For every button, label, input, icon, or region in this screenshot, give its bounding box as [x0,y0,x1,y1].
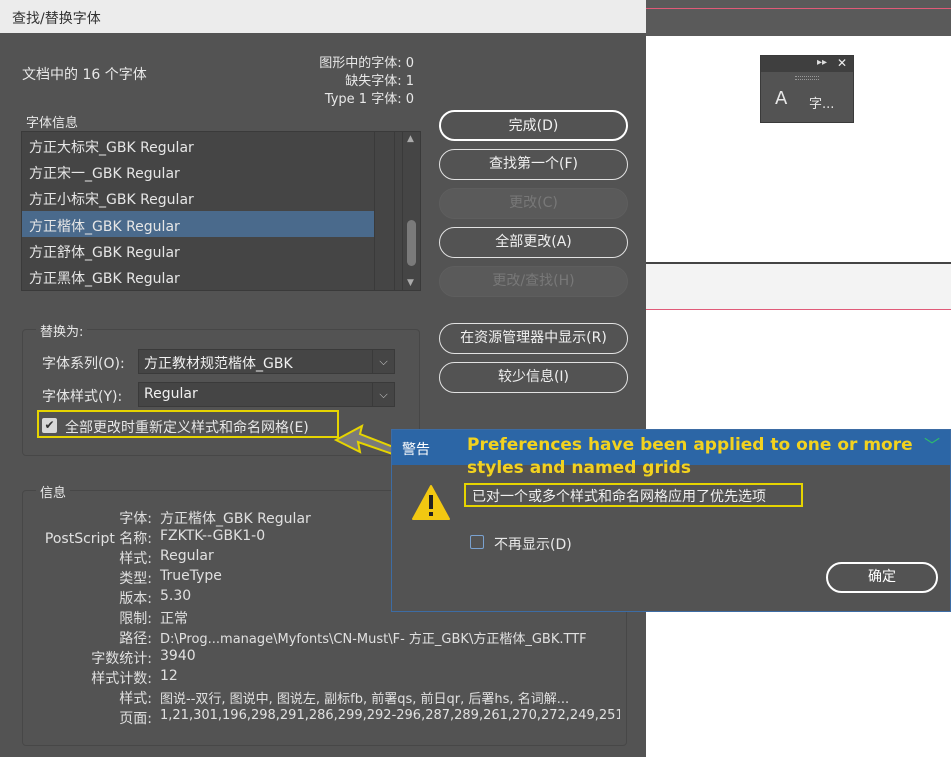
dont-show-label[interactable]: 不再显示(D) [494,534,572,554]
info-key: 页面: [119,711,152,727]
info-legend: 信息 [36,482,71,501]
scroll-thumb[interactable] [407,220,416,266]
panel-header[interactable]: ▸▸ ✕ [761,56,853,72]
fonts-count-label: 文档中的 16 个字体 [22,67,147,83]
annotation-english: Preferences have been applied to one or … [467,435,913,478]
column-divider [374,132,375,290]
info-key: 限制: [119,611,152,627]
info-key: 字数统计: [91,651,152,667]
ok-button[interactable]: 确定 [826,562,938,593]
chevron-down-icon[interactable]: ⌵ [372,383,394,406]
info-value: D:\Prog...manage\Myfonts\CN-Must\F- 方正_G… [160,632,587,647]
app-top-strip [645,0,951,36]
list-scrollbar[interactable]: ▲ ▼ [402,132,420,290]
chevron-down-icon[interactable]: ⌵ [372,350,394,373]
guide-line [645,8,951,9]
grip-icon[interactable] [795,76,819,80]
fewer-info-button[interactable]: 较少信息(I) [439,362,628,393]
info-key: 样式计数: [91,671,152,687]
info-key: 版本: [119,591,152,607]
scroll-down-icon[interactable]: ▼ [407,278,414,288]
graphics-fonts-stat: 图形中的字体: 0 [319,56,414,71]
panel-label[interactable]: 字... [809,93,834,112]
change-all-button[interactable]: 全部更改(A) [439,227,628,258]
done-button[interactable]: 完成(D) [439,110,628,141]
info-value: 方正楷体_GBK Regular [160,511,311,527]
info-value: 12 [160,668,178,684]
missing-fonts-stat: 缺失字体: 1 [345,74,414,89]
list-item-selected[interactable]: 方正楷体_GBK Regular [22,211,374,237]
list-item[interactable]: 方正舒体_GBK Regular [22,237,374,263]
info-key: 字体: [119,511,152,527]
list-item[interactable]: 方正宋一_GBK Regular [22,158,374,184]
info-value: 5.30 [160,588,192,604]
find-replace-font-dialog: 查找/替换字体 文档中的 16 个字体 图形中的字体: 0 缺失字体: 1 Ty… [0,0,646,757]
redefine-styles-label[interactable]: 全部更改时重新定义样式和命名网格(E) [65,417,309,437]
font-family-select[interactable]: 方正教材规范楷体_GBK ⌵ [138,349,395,374]
reveal-in-explorer-button[interactable]: 在资源管理器中显示(R) [439,323,628,354]
info-value: 3940 [160,648,196,664]
font-list[interactable]: 方正大标宋_GBK Regular 方正宋一_GBK Regular 方正小标宋… [21,131,421,291]
info-key: PostScript 名称: [44,531,152,547]
info-value: FZKTK--GBK1-0 [160,528,266,544]
fonts-floating-panel[interactable]: ▸▸ ✕ A 字... [760,55,854,123]
warning-message: 已对一个或多个样式和命名网格应用了优先选项 [472,489,766,505]
guide-line [645,309,951,310]
info-key: 类型: [119,571,152,587]
pasteboard-area [645,264,951,310]
font-stats: 图形中的字体: 0 缺失字体: 1 Type 1 字体: 0 [319,55,414,109]
info-value: 1,21,301,196,298,291,286,299,292-296,287… [160,708,620,723]
font-style-select[interactable]: Regular ⌵ [138,382,395,407]
font-family-value: 方正教材规范楷体_GBK [144,356,293,372]
font-family-label: 字体系列(O): [42,356,125,372]
font-info-legend: 字体信息 [22,112,83,131]
dialog-title: 查找/替换字体 [0,0,646,33]
info-key: 样式: [119,551,152,567]
find-first-button[interactable]: 查找第一个(F) [439,149,628,180]
warning-icon [412,485,450,520]
warning-title: 警告 [402,442,430,458]
info-key: 路径: [119,631,152,647]
column-divider [394,132,395,290]
change-button[interactable]: 更改(C) [439,188,628,219]
info-key: 样式: [119,691,152,707]
dont-show-checkbox[interactable] [470,535,484,549]
font-icon[interactable]: A [775,88,787,109]
font-style-value: Regular [144,386,198,402]
list-item[interactable]: 方正小标宋_GBK Regular [22,184,374,210]
expand-icon[interactable]: ▸▸ [817,57,827,68]
info-value: 图说--双行, 图说中, 图说左, 副标fb, 前署qs, 前日qr, 后署hs… [160,692,570,707]
list-item[interactable]: 方正黑体_GBK Regular [22,263,374,289]
info-value: 正常 [160,611,188,627]
replace-legend: 替换为: [36,321,88,340]
redefine-styles-checkbox[interactable]: ✔ [42,418,57,433]
font-style-label: 字体样式(Y): [42,389,123,405]
close-icon[interactable]: ✕ [837,56,847,70]
scroll-up-icon[interactable]: ▲ [407,134,414,144]
info-value: Regular [160,548,214,564]
change-find-button[interactable]: 更改/查找(H) [439,266,628,297]
type1-fonts-stat: Type 1 字体: 0 [324,92,414,107]
list-item[interactable]: 方正大标宋_GBK Regular [22,132,374,158]
info-value: TrueType [160,568,222,584]
